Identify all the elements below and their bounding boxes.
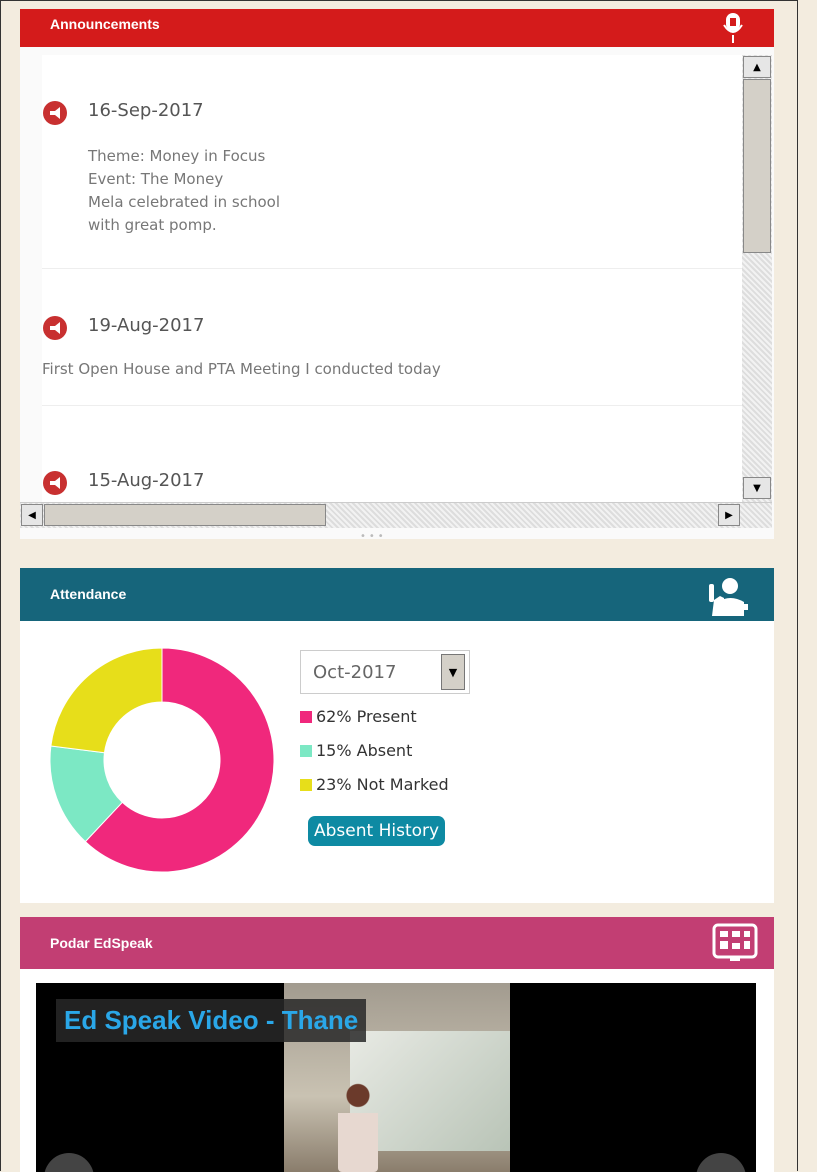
announcements-title: Announcements (50, 16, 160, 32)
attendance-title: Attendance (50, 586, 127, 602)
announcement-text: First Open House and PTA Meeting I condu… (42, 358, 441, 381)
absent-history-button[interactable]: Absent History (308, 816, 446, 846)
megaphone-icon (43, 471, 67, 495)
announcement-line: Event: The Money (88, 170, 224, 188)
more-dots[interactable]: ••• (360, 531, 387, 542)
announcement-date: 15-Aug-2017 (88, 470, 205, 491)
legend-swatch (300, 710, 312, 723)
announcements-header: Announcements (20, 9, 774, 47)
announcements-panel: Announcements 16-Sep-2017 Theme: Money i… (20, 9, 774, 542)
scroll-up-button[interactable]: ▲ (743, 56, 771, 78)
edspeak-title: Podar EdSpeak (50, 935, 153, 951)
microphone-icon (723, 13, 743, 43)
vertical-scroll-thumb[interactable] (743, 79, 771, 253)
legend-swatch (300, 744, 312, 757)
page-frame: Announcements 16-Sep-2017 Theme: Money i… (0, 0, 798, 1172)
month-select[interactable]: Oct-2017 ▼ (300, 650, 470, 694)
edspeak-panel: Podar EdSpeak Ed Speak Video - Thane (20, 917, 774, 1172)
announcement-item: 16-Sep-2017 Theme: Money in Focus Event:… (42, 55, 742, 269)
attendance-donut-chart (49, 647, 275, 873)
next-video-button[interactable] (696, 1153, 746, 1172)
announcement-date: 19-Aug-2017 (88, 315, 205, 336)
legend-swatch (300, 778, 312, 791)
horizontal-scrollbar[interactable]: ◀ ▶ (20, 502, 772, 528)
video-player[interactable]: Ed Speak Video - Thane (36, 983, 756, 1172)
legend-label: 62% Present (316, 707, 417, 726)
attendance-header: Attendance (20, 568, 774, 621)
announcement-item: 19-Aug-2017 First Open House and PTA Mee… (42, 269, 742, 406)
legend-present: 62% Present (300, 707, 417, 726)
scroll-right-button[interactable]: ▶ (718, 504, 740, 526)
scroll-left-button[interactable]: ◀ (21, 504, 43, 526)
legend-not-marked: 23% Not Marked (300, 775, 449, 794)
scroll-down-button[interactable]: ▼ (743, 477, 771, 499)
announcements-list[interactable]: 16-Sep-2017 Theme: Money in Focus Event:… (42, 55, 742, 502)
video-title: Ed Speak Video - Thane (56, 999, 367, 1042)
megaphone-icon (43, 316, 67, 340)
edspeak-header: Podar EdSpeak (20, 917, 774, 969)
presenter-figure (338, 1083, 378, 1172)
announcement-line: Theme: Money in Focus (88, 147, 266, 165)
legend-label: 23% Not Marked (316, 775, 449, 794)
month-select-value: Oct-2017 (313, 662, 397, 683)
announcement-line: First Open House and PTA Meeting I condu… (42, 360, 441, 378)
announcement-line: with great pomp. (88, 216, 217, 234)
vertical-scrollbar[interactable]: ▲ ▼ (742, 55, 772, 502)
announcement-item: 15-Aug-2017 (42, 406, 742, 502)
attendance-panel: Attendance Oct-2017 ▼ 62% Present 15% Ab… (20, 568, 774, 903)
announcement-line: Mela celebrated in school (88, 193, 280, 211)
student-raised-hand-icon (709, 578, 748, 616)
legend-absent: 15% Absent (300, 741, 412, 760)
donut-slice-not-marked[interactable] (50, 647, 163, 754)
legend-label: 15% Absent (316, 741, 413, 760)
announcement-date: 16-Sep-2017 (88, 100, 204, 121)
chevron-down-icon[interactable]: ▼ (441, 654, 465, 690)
horizontal-scroll-thumb[interactable] (44, 504, 326, 526)
announcement-text: Theme: Money in Focus Event: The Money M… (88, 145, 280, 237)
previous-video-button[interactable] (44, 1153, 94, 1172)
megaphone-icon (43, 101, 67, 125)
classroom-board-icon (712, 923, 758, 961)
